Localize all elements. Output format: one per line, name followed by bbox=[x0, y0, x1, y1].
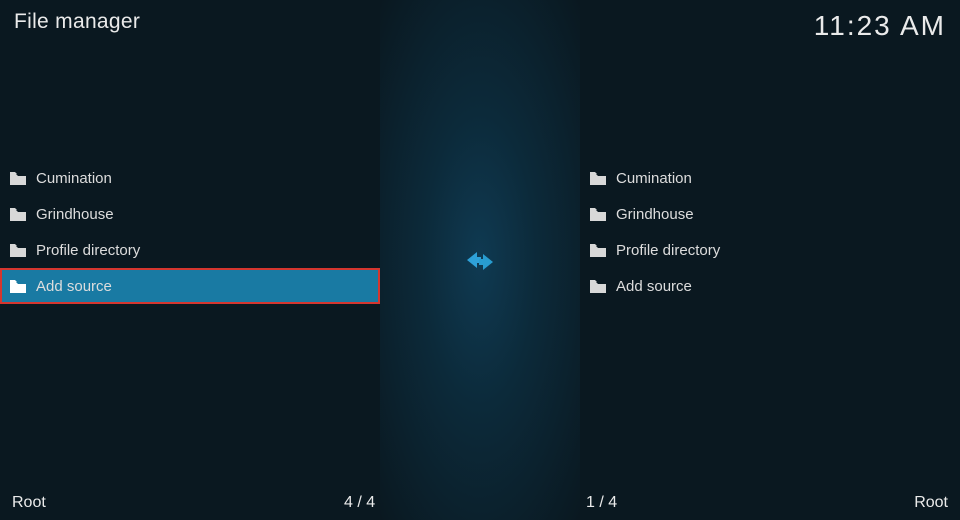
clock: 11:23 AM bbox=[814, 10, 946, 42]
list-item-label: Profile directory bbox=[36, 242, 140, 259]
footer-bar: Root 4 / 4 1 / 4 Root bbox=[0, 486, 960, 520]
folder-icon bbox=[590, 208, 606, 221]
transfer-arrows-icon bbox=[465, 248, 495, 274]
list-item[interactable]: Profile directory bbox=[580, 232, 960, 268]
header-bar: File manager 11:23 AM bbox=[0, 0, 960, 48]
left-position-count: 4 / 4 bbox=[344, 494, 375, 512]
list-item-label: Cumination bbox=[36, 170, 112, 187]
list-item[interactable]: Grindhouse bbox=[0, 196, 380, 232]
right-position-count: 1 / 4 bbox=[586, 494, 617, 512]
folder-icon bbox=[10, 244, 26, 257]
list-item[interactable]: Cumination bbox=[0, 160, 380, 196]
list-item[interactable]: Profile directory bbox=[0, 232, 380, 268]
left-path-label: Root bbox=[12, 494, 46, 512]
folder-icon bbox=[10, 280, 26, 293]
folder-icon bbox=[590, 280, 606, 293]
page-title: File manager bbox=[14, 10, 140, 34]
list-item-add-source[interactable]: Add source bbox=[0, 268, 380, 304]
list-item-label: Grindhouse bbox=[616, 206, 694, 223]
list-item[interactable]: Grindhouse bbox=[580, 196, 960, 232]
list-item-label: Add source bbox=[36, 278, 112, 295]
list-item-label: Cumination bbox=[616, 170, 692, 187]
list-item-label: Grindhouse bbox=[36, 206, 114, 223]
folder-icon bbox=[590, 244, 606, 257]
list-item-add-source[interactable]: Add source bbox=[580, 268, 960, 304]
list-item-label: Profile directory bbox=[616, 242, 720, 259]
folder-icon bbox=[590, 172, 606, 185]
right-pane: Cumination Grindhouse Profile directory … bbox=[580, 160, 960, 304]
folder-icon bbox=[10, 172, 26, 185]
folder-icon bbox=[10, 208, 26, 221]
right-path-label: Root bbox=[914, 494, 948, 512]
left-pane: Cumination Grindhouse Profile directory … bbox=[0, 160, 380, 304]
list-item[interactable]: Cumination bbox=[580, 160, 960, 196]
list-item-label: Add source bbox=[616, 278, 692, 295]
